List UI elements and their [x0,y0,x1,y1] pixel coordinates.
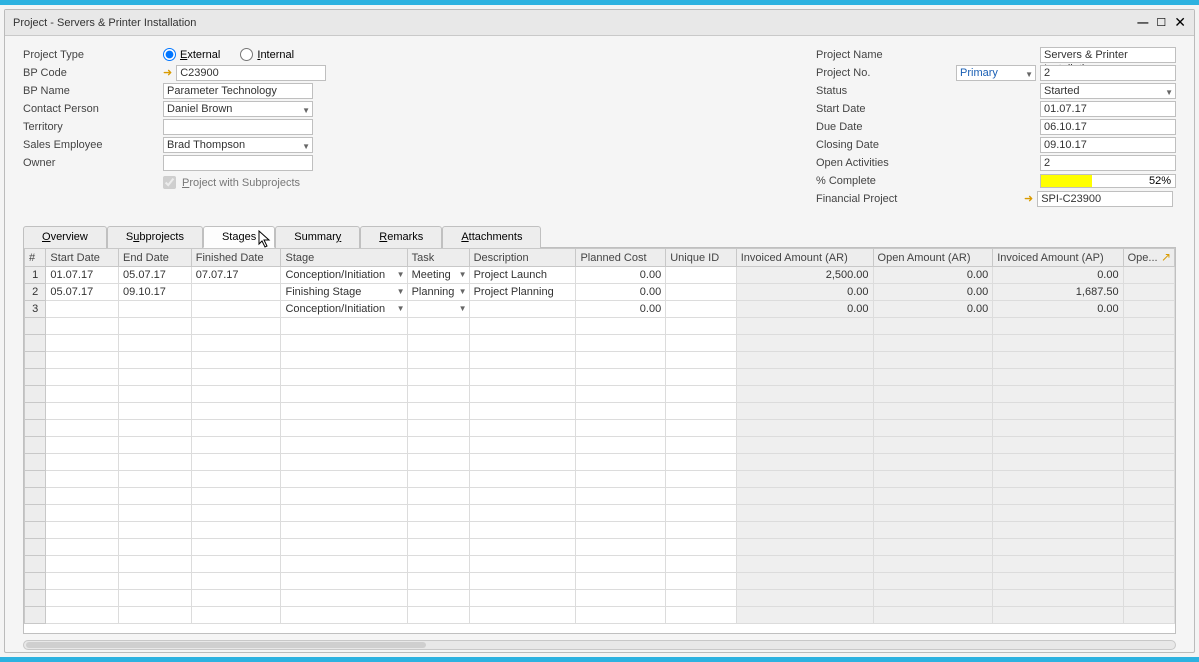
project-name-field[interactable]: Servers & Printer Installatio [1040,47,1176,63]
tab-stages[interactable]: Stages [203,226,275,248]
contact-person-label: Contact Person [23,103,163,115]
stages-grid: ↗ # Start Date End Date Finished Date [23,248,1176,634]
sales-employee-label: Sales Employee [23,139,163,151]
table-row[interactable] [25,607,1175,624]
closing-date-label: Closing Date [816,139,956,151]
titlebar: Project - Servers & Printer Installation… [5,10,1194,36]
table-row[interactable]: 101.07.1705.07.1707.07.17Conception/Init… [25,267,1175,284]
internal-radio[interactable]: Internal [240,48,294,61]
table-row[interactable]: 3Conception/Initiation0.000.000.000.00 [25,301,1175,318]
bp-code-label: BP Code [23,67,163,79]
due-date-label: Due Date [816,121,956,133]
col-description[interactable]: Description [469,249,576,267]
project-no-field[interactable]: 2 [1040,65,1176,81]
owner-field[interactable] [163,155,313,171]
due-date-field[interactable]: 06.10.17 [1040,119,1176,135]
table-row[interactable] [25,471,1175,488]
tab-attachments[interactable]: Attachments [442,226,541,248]
col-stage[interactable]: Stage [281,249,407,267]
project-with-subprojects-label: Project with Subprojects [182,177,300,189]
col-end-date[interactable]: End Date [119,249,192,267]
financial-project-label: Financial Project [816,193,956,205]
tab-bar: Overview Subprojects Stages Summary Rema… [23,225,1176,248]
table-row[interactable] [25,590,1175,607]
status-label: Status [816,85,956,97]
table-row[interactable] [25,573,1175,590]
bp-name-label: BP Name [23,85,163,97]
table-row[interactable] [25,420,1175,437]
project-name-label: Project Name [816,49,956,61]
table-row[interactable] [25,454,1175,471]
territory-field[interactable] [163,119,313,135]
table-row[interactable] [25,488,1175,505]
progress-bar [1040,174,1092,188]
window-title: Project - Servers & Printer Installation [13,17,196,29]
col-start-date[interactable]: Start Date [46,249,119,267]
status-field[interactable]: Started [1040,83,1176,99]
tab-subprojects[interactable]: Subprojects [107,226,203,248]
col-open-ar[interactable]: Open Amount (AR) [873,249,993,267]
sales-employee-field[interactable]: Brad Thompson [163,137,313,153]
financial-project-field[interactable]: SPI-C23900 [1037,191,1173,207]
open-activities-label: Open Activities [816,157,956,169]
link-arrow-icon[interactable]: ➜ [163,66,172,79]
table-row[interactable] [25,386,1175,403]
start-date-label: Start Date [816,103,956,115]
pct-complete-label: % Complete [816,175,956,187]
project-type-label: Project Type [23,49,163,61]
contact-person-field[interactable]: Daniel Brown [163,101,313,117]
col-num[interactable]: # [25,249,46,267]
table-row[interactable] [25,403,1175,420]
maximize-icon[interactable]: ☐ [1156,16,1166,29]
external-label: xternal [187,49,220,61]
bp-name-field[interactable]: Parameter Technology [163,83,313,99]
project-window: Project - Servers & Printer Installation… [4,9,1195,653]
project-with-subprojects-checkbox[interactable] [163,176,176,189]
col-invoiced-ar[interactable]: Invoiced Amount (AR) [736,249,873,267]
col-planned-cost[interactable]: Planned Cost [576,249,666,267]
col-unique-id[interactable]: Unique ID [666,249,737,267]
project-no-type-field[interactable]: Primary [956,65,1036,81]
table-row[interactable] [25,556,1175,573]
table-row[interactable] [25,437,1175,454]
start-date-field[interactable]: 01.07.17 [1040,101,1176,117]
closing-date-field[interactable]: 09.10.17 [1040,137,1176,153]
col-invoiced-ap[interactable]: Invoiced Amount (AP) [993,249,1123,267]
tab-overview[interactable]: Overview [23,226,107,248]
project-no-label: Project No. [816,67,956,79]
grid-header-row: # Start Date End Date Finished Date Stag… [25,249,1175,267]
internal-label: nternal [260,49,294,61]
table-row[interactable] [25,335,1175,352]
col-finished-date[interactable]: Finished Date [191,249,281,267]
project-with-subprojects-row: Project with Subprojects [163,176,326,189]
tab-summary[interactable]: Summary [275,226,360,248]
right-form: Project Name Servers & Printer Installat… [816,46,1176,207]
table-row[interactable] [25,505,1175,522]
external-radio[interactable]: External [163,48,220,61]
table-row[interactable] [25,352,1175,369]
close-icon[interactable]: ✕ [1174,14,1186,31]
col-task[interactable]: Task [407,249,469,267]
table-row[interactable] [25,539,1175,556]
table-row[interactable] [25,522,1175,539]
horizontal-scrollbar[interactable] [23,640,1176,650]
bp-code-field[interactable]: C23900 [176,65,326,81]
link-arrow-icon[interactable]: ➜ [1024,192,1033,205]
territory-label: Territory [23,121,163,133]
table-row[interactable] [25,318,1175,335]
left-form: Project Type External Internal BP Code ➜… [23,46,326,207]
expand-icon[interactable]: ↗ [1161,250,1171,264]
owner-label: Owner [23,157,163,169]
table-row[interactable]: 205.07.1709.10.17Finishing StagePlanning… [25,284,1175,301]
tab-remarks[interactable]: Remarks [360,226,442,248]
open-activities-field[interactable]: 2 [1040,155,1176,171]
table-row[interactable] [25,369,1175,386]
pct-complete-field: 52% [1040,174,1176,188]
pct-complete-value: 52% [1092,174,1176,188]
minimize-icon[interactable]: — [1137,17,1148,29]
